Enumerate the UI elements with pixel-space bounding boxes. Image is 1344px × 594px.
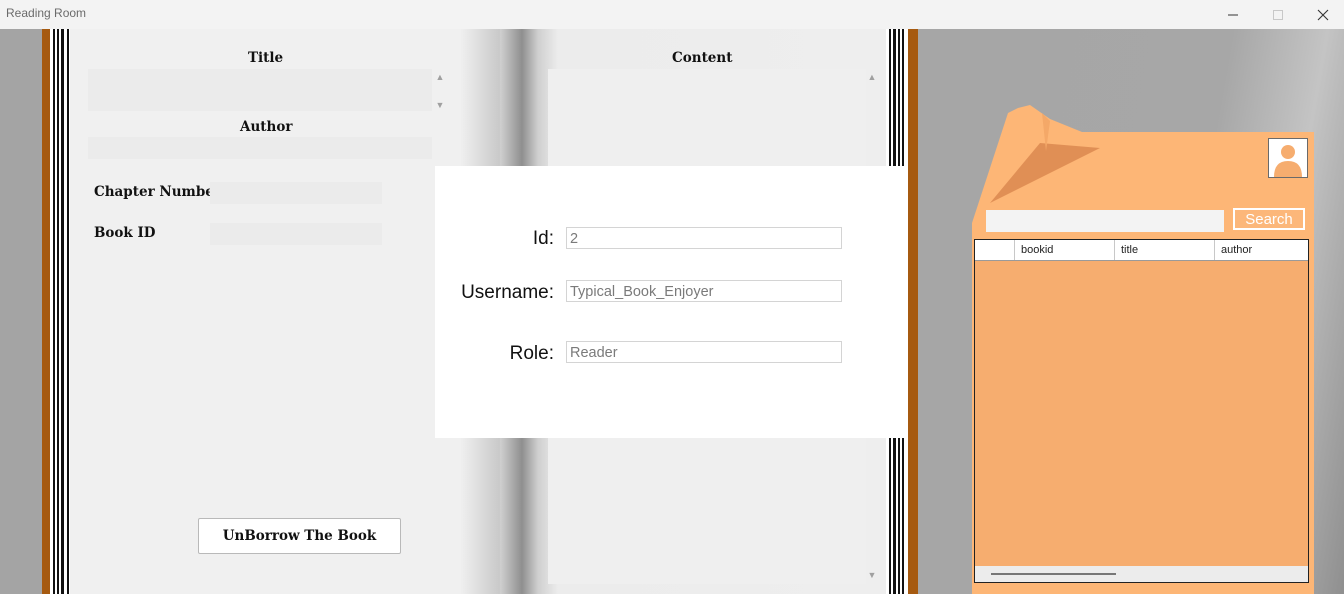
content-scroll-up-icon[interactable]: ▲	[866, 72, 878, 82]
grid-header: bookid title author	[975, 240, 1308, 261]
profile-panel: Id: 2 Username: Typical_Book_Enjoyer Rol…	[435, 166, 904, 438]
chapter-number-field[interactable]	[210, 182, 382, 204]
username-field[interactable]: Typical_Book_Enjoyer	[566, 280, 842, 302]
author-label: Author	[240, 119, 293, 135]
close-button[interactable]	[1300, 0, 1344, 29]
close-icon	[1317, 9, 1329, 20]
title-scroll-down-icon[interactable]: ▼	[434, 100, 446, 110]
maximize-icon	[1273, 9, 1283, 20]
username-label: Username:	[461, 282, 554, 303]
background-left	[0, 29, 44, 594]
window-titlebar: Reading Room	[0, 0, 1344, 29]
chapter-number-label: Chapter Number	[94, 184, 221, 200]
book-cover-right	[908, 29, 918, 594]
title-field[interactable]	[88, 69, 432, 111]
book-id-label: Book ID	[94, 225, 156, 241]
id-field[interactable]: 2	[566, 227, 842, 249]
maximize-button[interactable]	[1255, 0, 1301, 29]
minimize-button[interactable]	[1210, 0, 1256, 29]
user-avatar[interactable]	[1268, 138, 1308, 178]
window-title: Reading Room	[6, 6, 87, 20]
search-input[interactable]	[986, 210, 1224, 232]
search-card: Search bookid title author	[970, 103, 1316, 594]
author-field[interactable]	[88, 137, 432, 159]
search-button[interactable]: Search	[1233, 208, 1305, 230]
id-label: Id:	[532, 228, 554, 249]
column-author[interactable]: author	[1215, 240, 1308, 260]
grid-horizontal-scrollbar[interactable]	[975, 566, 1308, 582]
role-field[interactable]: Reader	[566, 341, 842, 363]
minimize-icon	[1228, 14, 1238, 15]
title-label: Title	[248, 50, 284, 66]
column-title[interactable]: title	[1115, 240, 1215, 260]
book-id-field[interactable]	[210, 223, 382, 245]
scrollbar-thumb[interactable]	[991, 573, 1116, 575]
books-grid[interactable]: bookid title author	[974, 239, 1309, 583]
page-edges-left	[50, 29, 72, 594]
role-label: Role:	[509, 343, 554, 364]
user-icon	[1274, 145, 1302, 177]
unborrow-button[interactable]: UnBorrow The Book	[198, 518, 401, 554]
column-bookid[interactable]: bookid	[1015, 240, 1115, 260]
content-scroll-down-icon[interactable]: ▼	[866, 570, 878, 580]
title-scroll-up-icon[interactable]: ▲	[434, 72, 446, 82]
content-label: Content	[672, 50, 733, 66]
grid-row-header[interactable]	[975, 240, 1015, 260]
